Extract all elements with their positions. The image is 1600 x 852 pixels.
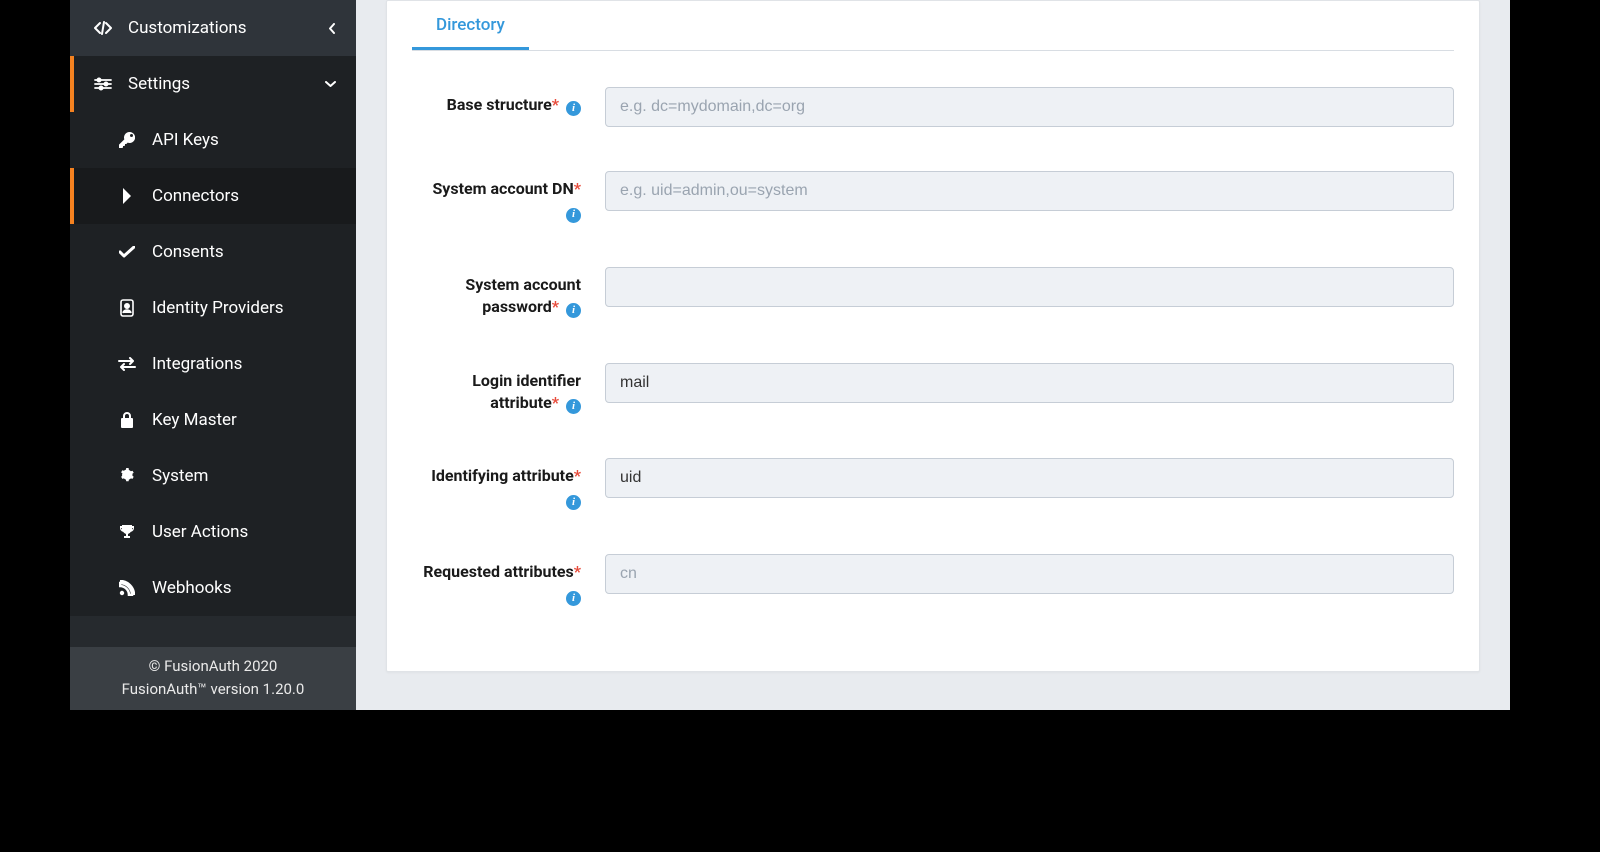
required-asterisk: * bbox=[574, 179, 581, 198]
label-base-structure: Base structure* i bbox=[412, 87, 587, 116]
sidebar-subitem-system[interactable]: System bbox=[70, 448, 356, 504]
info-icon[interactable]: i bbox=[566, 399, 581, 414]
id-card-icon bbox=[114, 299, 140, 317]
required-asterisk: * bbox=[552, 95, 559, 114]
sidebar-subitem-label: Key Master bbox=[152, 410, 237, 430]
sidebar-footer: © FusionAuth 2020 FusionAuth™ version 1.… bbox=[70, 647, 356, 710]
label-system-account-password: System account password* i bbox=[412, 267, 587, 319]
sidebar-subitem-label: User Actions bbox=[152, 522, 248, 542]
tab-directory[interactable]: Directory bbox=[412, 1, 529, 50]
required-asterisk: * bbox=[552, 393, 559, 412]
sidebar-subitem-label: Integrations bbox=[152, 354, 242, 374]
sidebar-subitem-connectors[interactable]: Connectors bbox=[70, 168, 356, 224]
sidebar-subitem-label: API Keys bbox=[152, 130, 219, 150]
info-icon[interactable]: i bbox=[566, 495, 581, 510]
sidebar-nav: Customizations Settings API Keys bbox=[70, 0, 356, 647]
required-asterisk: * bbox=[552, 297, 559, 316]
sidebar-item-label: Settings bbox=[128, 74, 190, 94]
trophy-icon bbox=[114, 524, 140, 540]
info-icon[interactable]: i bbox=[566, 303, 581, 318]
key-icon bbox=[114, 132, 140, 148]
row-login-identifier-attribute: Login identifier attribute* i bbox=[412, 363, 1454, 415]
rss-icon bbox=[114, 580, 140, 596]
info-icon[interactable]: i bbox=[566, 591, 581, 606]
sliders-icon bbox=[90, 77, 116, 91]
sidebar-subitem-label: Connectors bbox=[152, 186, 239, 206]
row-base-structure: Base structure* i bbox=[412, 87, 1454, 127]
input-login-identifier-attribute[interactable] bbox=[605, 363, 1454, 403]
label-system-account-dn: System account DN* i bbox=[412, 171, 587, 223]
sidebar-subitem-label: Identity Providers bbox=[152, 298, 284, 318]
sidebar-subitem-consents[interactable]: Consents bbox=[70, 224, 356, 280]
chevron-down-icon bbox=[325, 81, 336, 88]
row-system-account-password: System account password* i bbox=[412, 267, 1454, 319]
sidebar-subitem-label: Consents bbox=[152, 242, 224, 262]
input-base-structure[interactable] bbox=[605, 87, 1454, 127]
input-identifying-attribute[interactable] bbox=[605, 458, 1454, 498]
exchange-icon bbox=[114, 357, 140, 371]
sidebar-subitem-webhooks[interactable]: Webhooks bbox=[70, 560, 356, 616]
sidebar-item-customizations[interactable]: Customizations bbox=[70, 0, 356, 56]
footer-version: FusionAuth™ version 1.20.0 bbox=[70, 678, 356, 701]
tab-bar: Directory bbox=[412, 1, 1454, 51]
label-requested-attributes: Requested attributes* i bbox=[412, 554, 587, 606]
code-icon bbox=[90, 21, 116, 35]
sidebar-subitem-label: Webhooks bbox=[152, 578, 232, 598]
label-login-identifier-attribute: Login identifier attribute* i bbox=[412, 363, 587, 415]
main-content: Directory Base structure* i System accou… bbox=[356, 0, 1510, 710]
label-identifying-attribute: Identifying attribute* i bbox=[412, 458, 587, 510]
input-system-account-dn[interactable] bbox=[605, 171, 1454, 211]
row-identifying-attribute: Identifying attribute* i bbox=[412, 458, 1454, 510]
footer-copyright: © FusionAuth 2020 bbox=[70, 655, 356, 678]
lock-icon bbox=[114, 412, 140, 428]
sidebar-item-label: Customizations bbox=[128, 18, 247, 38]
row-system-account-dn: System account DN* i bbox=[412, 171, 1454, 223]
info-icon[interactable]: i bbox=[566, 208, 581, 223]
sidebar-subitem-identity-providers[interactable]: Identity Providers bbox=[70, 280, 356, 336]
required-asterisk: * bbox=[574, 466, 581, 485]
form-panel: Directory Base structure* i System accou… bbox=[386, 0, 1480, 672]
sidebar-subitem-api-keys[interactable]: API Keys bbox=[70, 112, 356, 168]
input-requested-attributes[interactable] bbox=[605, 554, 1454, 594]
chevron-left-icon bbox=[329, 23, 336, 34]
row-requested-attributes: Requested attributes* i bbox=[412, 554, 1454, 606]
input-system-account-password[interactable] bbox=[605, 267, 1454, 307]
gear-icon bbox=[114, 468, 140, 484]
sidebar-subitem-integrations[interactable]: Integrations bbox=[70, 336, 356, 392]
sidebar: Customizations Settings API Keys bbox=[70, 0, 356, 710]
check-icon bbox=[114, 246, 140, 258]
info-icon[interactable]: i bbox=[566, 101, 581, 116]
sidebar-subitem-label: System bbox=[152, 466, 208, 486]
chevron-right-icon bbox=[114, 188, 140, 204]
sidebar-subitem-key-master[interactable]: Key Master bbox=[70, 392, 356, 448]
sidebar-subitem-user-actions[interactable]: User Actions bbox=[70, 504, 356, 560]
required-asterisk: * bbox=[574, 562, 581, 581]
sidebar-item-settings[interactable]: Settings bbox=[70, 56, 356, 112]
